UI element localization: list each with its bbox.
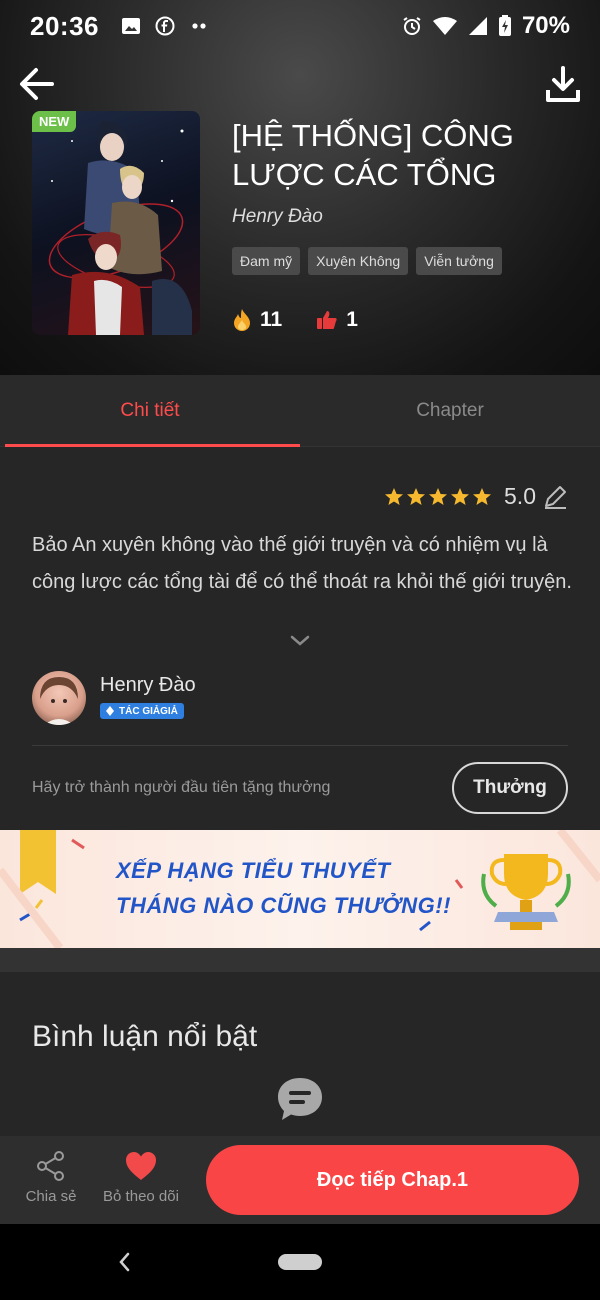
- views-stat: 11: [232, 308, 282, 332]
- genre-tag[interactable]: Xuyên Không: [308, 247, 409, 275]
- share-button[interactable]: Chia sẻ: [6, 1150, 96, 1205]
- comments-title: Bình luận nổi bật: [32, 1020, 258, 1053]
- comment-bubble-icon: [278, 1078, 322, 1120]
- alarm-icon: [403, 17, 421, 35]
- nav-back-icon[interactable]: [116, 1250, 132, 1274]
- trophy-icon: [481, 854, 571, 930]
- star-icon: [429, 487, 448, 505]
- story-title: [HỆ THỐNG] CÔNG LƯỢC CÁC TỔNG: [232, 118, 514, 192]
- unfollow-label: Bỏ theo dõi: [103, 1188, 179, 1205]
- unfollow-button[interactable]: Bỏ theo dõi: [96, 1150, 186, 1205]
- heart-icon: [126, 1152, 156, 1180]
- status-time: 20:36: [30, 10, 99, 41]
- cover-image: NEW: [32, 111, 200, 335]
- author-profile[interactable]: Henry Đào TÁC GIẢGIẢ: [32, 671, 196, 725]
- bottom-action-bar: Chia sẻ Bỏ theo dõi Đọc tiếp Chap.1: [0, 1136, 600, 1224]
- genre-tag[interactable]: Đam mỹ: [232, 247, 301, 275]
- facebook-icon: [155, 16, 175, 36]
- author-badge: TÁC GIẢGIẢ: [100, 703, 184, 719]
- genre-tags: Đam mỹ Xuyên Không Viễn tưởng: [232, 247, 502, 275]
- views-count: 11: [260, 308, 283, 331]
- status-bar: 20:36 70%: [0, 0, 600, 52]
- story-description: Bảo An xuyên không vào thế giới truyện v…: [32, 534, 572, 593]
- genre-tag[interactable]: Viễn tưởng: [416, 247, 502, 275]
- banner-headline: XẾP HẠNG TIỂU THUYẾT: [116, 858, 391, 883]
- back-arrow-icon[interactable]: [16, 62, 60, 106]
- star-icon: [407, 487, 426, 505]
- gift-button[interactable]: Thưởng: [452, 762, 568, 814]
- likes-count: 1: [346, 308, 358, 331]
- share-icon: [37, 1151, 64, 1181]
- download-icon[interactable]: [542, 64, 584, 106]
- share-label: Chia sẻ: [25, 1188, 77, 1205]
- author-badge-label: TÁC GIẢGIẢ: [119, 705, 178, 717]
- section-gap: [0, 948, 600, 972]
- author-badge-icon: [106, 706, 114, 716]
- ranking-banner[interactable]: XẾP HẠNG TIỂU THUYẾT THÁNG NÀO CŨNG THƯỞ…: [0, 830, 600, 948]
- battery-level: 70%: [521, 12, 570, 39]
- tab-bar: Chi tiết Chapter: [0, 375, 600, 447]
- tab-chapter[interactable]: Chapter: [300, 375, 600, 446]
- cover-art: [48, 121, 192, 335]
- chevron-down-icon[interactable]: [288, 633, 312, 649]
- new-badge: NEW: [32, 111, 77, 132]
- gallery-icon: [122, 18, 140, 34]
- wifi-icon: [432, 17, 457, 35]
- divider: [32, 745, 568, 746]
- continue-reading-button[interactable]: Đọc tiếp Chap.1: [206, 1145, 579, 1215]
- nav-home-pill[interactable]: [278, 1254, 322, 1270]
- star-icon: [385, 487, 404, 505]
- star-icon: [451, 487, 470, 505]
- rating-value: 5.0: [504, 483, 536, 509]
- gift-prompt: Hãy trở thành người đầu tiên tặng thưởng: [32, 779, 331, 796]
- thumbs-up-icon: [317, 311, 337, 329]
- avatar: [32, 671, 86, 725]
- system-nav-bar: [0, 1224, 600, 1300]
- story-author[interactable]: Henry Đào: [232, 206, 323, 228]
- fire-icon: [234, 309, 250, 331]
- story-header: 20:36 70% NEW [HỆ THỐNG] CÔNG LƯỢC CÁC T…: [0, 0, 600, 375]
- rating-stars: [384, 487, 492, 507]
- edit-pencil-icon[interactable]: [542, 484, 568, 510]
- battery-icon: [498, 15, 511, 36]
- author-name: Henry Đào: [100, 674, 196, 696]
- story-stats: 11 1: [232, 308, 358, 332]
- banner-subline: THÁNG NÀO CŨNG THƯỞNG!!: [116, 893, 451, 918]
- more-dots-icon: [192, 23, 206, 29]
- star-icon: [473, 487, 492, 505]
- signal-icon: [468, 17, 487, 35]
- detail-panel: 5.0 Bảo An xuyên không vào thế giới truy…: [0, 447, 600, 830]
- rating: 5.0: [384, 483, 568, 510]
- featured-comments: Bình luận nổi bật: [0, 972, 600, 1136]
- tab-details[interactable]: Chi tiết: [0, 375, 300, 447]
- likes-stat: 1: [316, 308, 358, 332]
